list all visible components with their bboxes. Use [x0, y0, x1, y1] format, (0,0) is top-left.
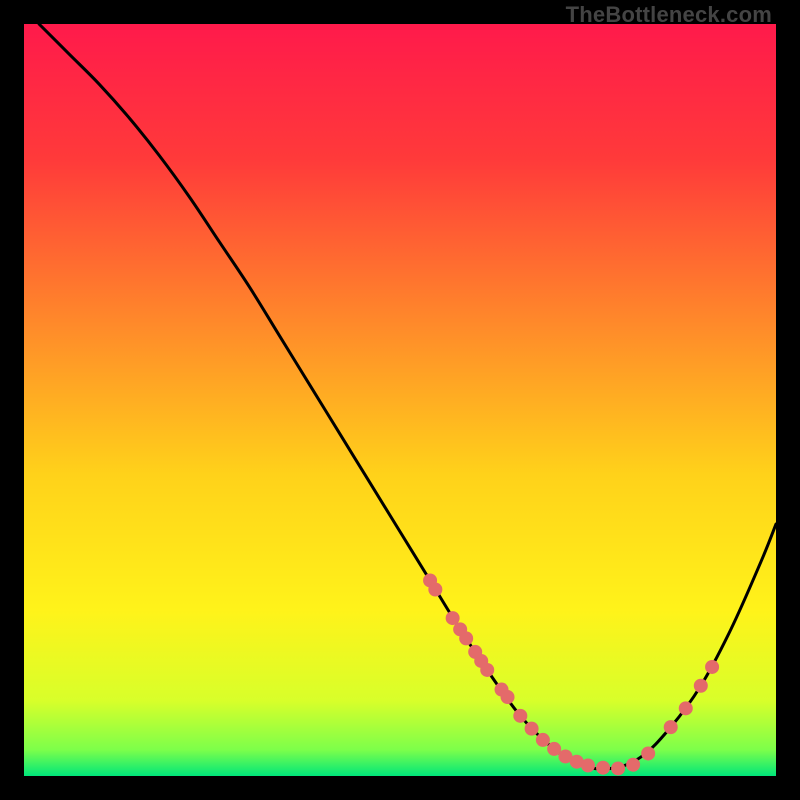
data-point: [459, 631, 473, 645]
data-point: [536, 733, 550, 747]
data-point: [641, 746, 655, 760]
data-point: [626, 758, 640, 772]
data-point: [694, 679, 708, 693]
data-point: [705, 660, 719, 674]
bottleneck-chart: [24, 24, 776, 776]
data-point: [480, 663, 494, 677]
data-point: [428, 583, 442, 597]
data-point: [611, 761, 625, 775]
data-point: [664, 720, 678, 734]
data-point: [596, 761, 610, 775]
data-point: [525, 722, 539, 736]
data-point: [513, 709, 527, 723]
chart-background: [24, 24, 776, 776]
data-point: [679, 701, 693, 715]
data-point: [581, 758, 595, 772]
chart-frame: [24, 24, 776, 776]
data-point: [501, 690, 515, 704]
